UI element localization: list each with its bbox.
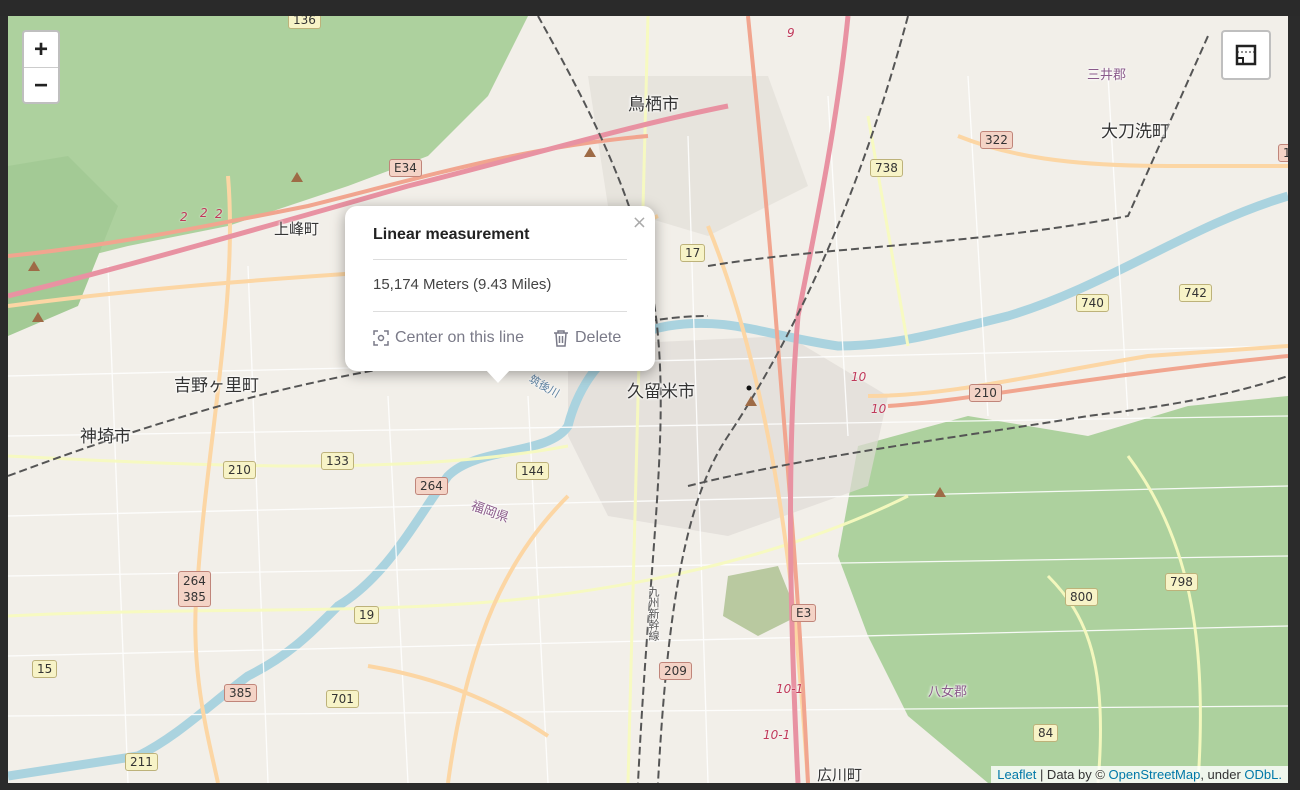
- route-shield-e3: E3: [791, 604, 817, 622]
- route-shield-264: 264: [415, 477, 448, 495]
- route-shield-740: 740: [1076, 294, 1109, 312]
- crosshair-focus-icon: [373, 330, 389, 346]
- attribution-text: | Data by ©: [1036, 767, 1109, 782]
- zoom-out-button[interactable]: −: [24, 67, 58, 103]
- city-label-kurume: 久留米市: [627, 382, 695, 402]
- route-shield-136: 136: [288, 16, 321, 29]
- city-label-hirokawa: 広川町: [817, 766, 863, 783]
- popup-divider: [373, 259, 627, 260]
- route-shield-210: 210: [969, 384, 1002, 402]
- route-shield-144: 144: [516, 462, 549, 480]
- route-number-2b: 2: [200, 206, 208, 220]
- route-number-9: 9: [787, 26, 795, 40]
- route-shield-edge: 1: [1278, 144, 1288, 162]
- measure-control-button[interactable]: [1221, 30, 1271, 80]
- measurement-result: 15,174 Meters (9.43 Miles): [373, 276, 552, 293]
- route-number-10b: 10: [871, 402, 887, 416]
- openstreetmap-link[interactable]: OpenStreetMap: [1109, 767, 1201, 782]
- popup-close-button[interactable]: ×: [632, 212, 647, 233]
- popup-tip: [485, 369, 511, 383]
- route-shield-738: 738: [870, 159, 903, 177]
- route-shield-e34: E34: [389, 159, 422, 177]
- ruler-square-icon: [1235, 44, 1257, 66]
- district-label-yame: 八女郡: [928, 685, 968, 700]
- route-number-10a: 10: [851, 370, 867, 384]
- odbl-link[interactable]: ODbL.: [1244, 767, 1282, 782]
- route-shield-798: 798: [1165, 573, 1198, 591]
- attribution-text: , under: [1200, 767, 1245, 782]
- route-shield-17: 17: [680, 244, 706, 262]
- route-shield-209: 209: [659, 662, 692, 680]
- leaflet-link[interactable]: Leaflet: [997, 767, 1036, 782]
- route-shield-385: 385: [224, 684, 257, 702]
- measurement-popup: × Linear measurement 15,174 Meters (9.43…: [345, 206, 655, 383]
- city-label-kanzaki: 神埼市: [80, 427, 131, 447]
- route-number-2a: 2: [180, 210, 188, 224]
- route-number-2c: 2: [215, 207, 223, 221]
- forest-area-southeast: [838, 396, 1288, 783]
- popup-title: Linear measurement: [373, 226, 530, 243]
- route-shield-322: 322: [980, 131, 1013, 149]
- trash-icon: [554, 329, 568, 347]
- forest-patch: [723, 566, 798, 636]
- delete-label: Delete: [575, 329, 622, 346]
- center-on-line-link[interactable]: Center on this line: [373, 329, 524, 347]
- route-shield-701: 701: [326, 690, 359, 708]
- route-shield-264-385: 264 385: [178, 571, 211, 607]
- route-shield-800: 800: [1065, 588, 1098, 606]
- route-shield-84: 84: [1033, 724, 1059, 742]
- route-shield-210-west: 210: [223, 461, 256, 479]
- route-shield-19: 19: [354, 606, 380, 624]
- attribution-bar: Leaflet | Data by © OpenStreetMap, under…: [991, 766, 1288, 783]
- browser-top-strip: [0, 0, 1300, 16]
- route-shield-133: 133: [321, 452, 354, 470]
- zoom-control: + −: [22, 30, 60, 104]
- route-shield-211: 211: [125, 753, 158, 771]
- route-number-10-1a: 10-1: [776, 682, 804, 696]
- popup-divider: [373, 311, 627, 312]
- city-label-tachiarai: 大刀洗町: [1101, 122, 1169, 142]
- route-number-10-1b: 10-1: [763, 728, 791, 742]
- zoom-in-button[interactable]: +: [24, 32, 58, 67]
- route-shield-742: 742: [1179, 284, 1212, 302]
- railway-label-shinkansen: 九州新幹線: [647, 586, 660, 641]
- delete-link[interactable]: Delete: [553, 329, 621, 347]
- center-on-line-label: Center on this line: [395, 329, 524, 346]
- district-label-mii: 三井郡: [1087, 68, 1127, 83]
- city-label-tosu: 鳥栖市: [628, 95, 679, 115]
- route-shield-15: 15: [32, 660, 58, 678]
- map-viewport[interactable]: 鳥栖市 久留米市 神埼市 吉野ヶ里町 上峰町 大刀洗町 広川町 三井郡 八女郡 …: [8, 16, 1288, 783]
- city-label-kamimine: 上峰町: [274, 220, 320, 238]
- city-label-yoshinogari: 吉野ヶ里町: [174, 376, 259, 396]
